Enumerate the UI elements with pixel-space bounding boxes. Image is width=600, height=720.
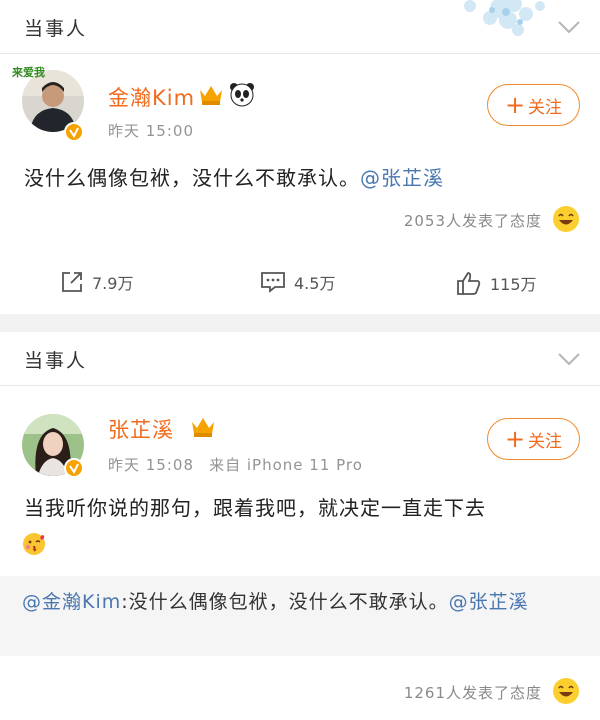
username[interactable]: 金瀚Kim [108,82,195,112]
attitude-count[interactable]: 2053人发表了态度 [404,210,542,231]
chevron-down-icon[interactable] [556,14,582,40]
attitude-count[interactable]: 1261人发表了态度 [404,682,542,703]
share-icon [62,272,82,292]
laugh-emoji-icon[interactable] [552,205,580,233]
timestamp: 昨天 15:00 [108,122,194,140]
panda-icon [230,83,254,107]
comment-button[interactable]: 4.5万 [260,270,335,294]
follow-label: 关注 [528,97,563,118]
follow-button[interactable]: + 关注 [487,84,580,126]
plus-icon: + [504,91,526,119]
like-button[interactable]: 115万 [456,270,537,296]
timestamp: 昨天 15:08 [108,456,194,474]
post-body: 没什么偶像包袱，没什么不敢承认。 [24,166,360,190]
follow-button[interactable]: + 关注 [487,418,580,460]
crown-icon [200,86,222,105]
verified-badge-icon [64,458,84,478]
thumbs-up-icon [457,272,481,295]
section-header: 当事人 [0,0,600,54]
section-title: 当事人 [24,350,88,372]
like-count: 115万 [490,275,537,294]
repost-text: @金瀚Kim:没什么偶像包袱，没什么不敢承认。@张芷溪 [22,586,582,618]
follow-label: 关注 [528,431,563,452]
laugh-emoji-icon[interactable] [552,677,580,705]
kiss-emoji-icon [23,533,45,555]
mention-link[interactable]: @张芷溪 [360,166,444,190]
post-text: 没什么偶像包袱，没什么不敢承认。@张芷溪 [24,160,444,196]
post-text: 当我听你说的那句，跟着我吧，就决定一直走下去 [24,490,580,526]
avatar-caption: 来爱我 [12,66,45,79]
flower-decoration-icon [464,0,545,36]
meta-line: 昨天 15:08 来自 iPhone 11 Pro [108,454,363,475]
verified-badge-icon [64,122,84,142]
comment-icon [261,272,285,293]
crown-icon [192,418,214,437]
section-header: 当事人 [0,332,600,386]
repost-mention[interactable]: @张芷溪 [449,591,529,613]
section-title: 当事人 [24,18,88,40]
username[interactable]: 张芷溪 [108,414,174,444]
repost-body: :没什么偶像包袱，没什么不敢承认。 [121,591,449,613]
source-device: 来自 iPhone 11 Pro [209,456,363,474]
repost-count: 7.9万 [92,274,134,293]
reposted-content[interactable]: @金瀚Kim:没什么偶像包袱，没什么不敢承认。@张芷溪 [0,576,600,656]
repost-author-mention[interactable]: @金瀚Kim [22,591,121,613]
plus-icon: + [504,425,526,453]
post-card-kim: 当事人 来爱我 金瀚Kim 昨天 15:00 + 关注 没什么偶像包袱，没什么不… [0,0,600,314]
action-bar: 7.9万 4.5万 115万 [0,248,600,314]
comment-count: 4.5万 [294,274,336,293]
repost-button[interactable]: 7.9万 [60,270,133,294]
chevron-down-icon[interactable] [556,346,582,372]
post-body: 当我听你说的那句，跟着我吧，就决定一直走下去 [24,496,486,520]
post-card-zhang: 当事人 张芷溪 昨天 15:08 来自 iPhone 11 Pro + 关注 当… [0,332,600,720]
